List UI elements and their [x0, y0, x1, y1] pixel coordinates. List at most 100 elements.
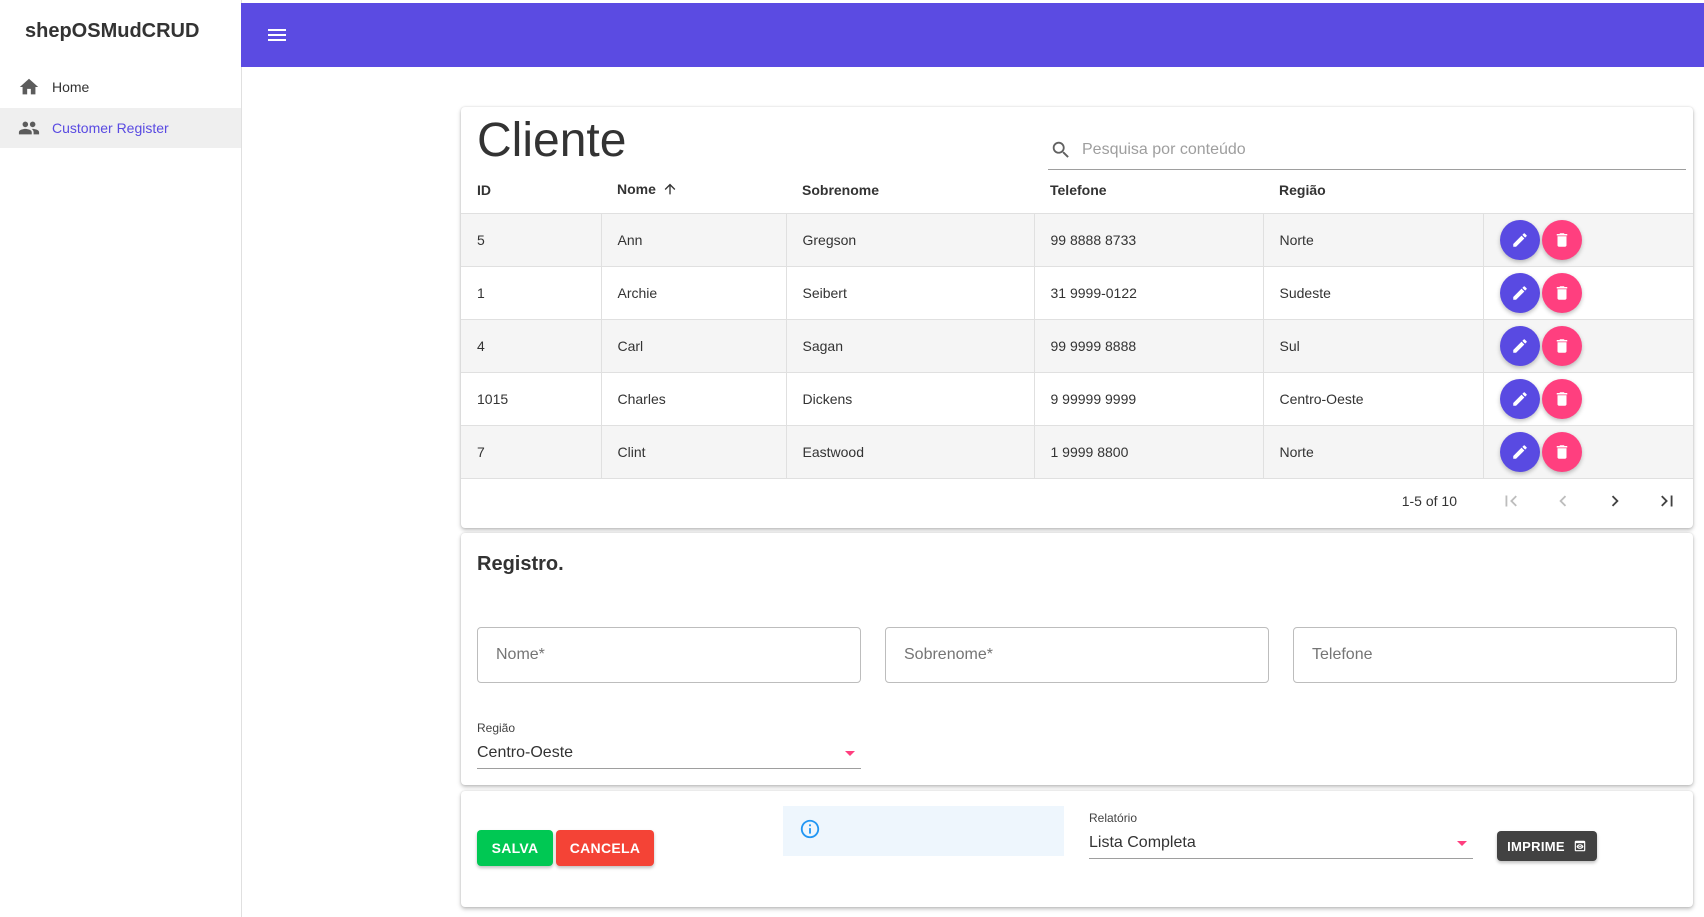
- search-field[interactable]: [1048, 131, 1686, 170]
- nome-field[interactable]: [477, 627, 861, 683]
- table-row[interactable]: 7 Clint Eastwood 1 9999 8800 Norte: [461, 425, 1693, 479]
- people-icon: [18, 117, 40, 139]
- edit-button[interactable]: [1499, 379, 1540, 419]
- cell-id: 7: [461, 425, 602, 479]
- cell-id: 4: [461, 319, 602, 373]
- sort-ascending-icon: [662, 181, 678, 200]
- dropdown-arrow-icon: [1457, 840, 1467, 846]
- print-button[interactable]: IMPRIME: [1497, 831, 1597, 861]
- cell-sobrenome: Dickens: [786, 372, 1035, 426]
- cell-telefone: 99 9999 8888: [1034, 319, 1264, 373]
- pencil-icon: [1511, 337, 1529, 355]
- cell-nome: Charles: [601, 372, 787, 426]
- preview-icon: [1573, 839, 1587, 853]
- table-row[interactable]: 1015 Charles Dickens 9 99999 9999 Centro-Oes…: [461, 372, 1693, 426]
- sidebar: shepOSMudCRUD Home Customer Register: [0, 0, 242, 917]
- telefone-field[interactable]: [1293, 627, 1677, 683]
- search-icon: [1050, 139, 1072, 161]
- table-row[interactable]: 5 Ann Gregson 99 8888 8733 Norte: [461, 213, 1693, 267]
- relatorio-label: Relatório: [1089, 811, 1138, 825]
- cancel-button[interactable]: CANCELA: [556, 830, 654, 866]
- previous-page-icon[interactable]: [1537, 481, 1589, 521]
- relatorio-select[interactable]: Lista Completa: [1089, 828, 1473, 859]
- delete-button[interactable]: [1541, 379, 1582, 419]
- info-icon: [799, 818, 821, 845]
- sidebar-item-customer-register[interactable]: Customer Register: [0, 108, 241, 148]
- pencil-icon: [1511, 390, 1529, 408]
- last-page-icon[interactable]: [1641, 481, 1693, 521]
- table-row[interactable]: 4 Carl Sagan 99 9999 8888 Sul: [461, 319, 1693, 373]
- cell-id: 1015: [461, 372, 602, 426]
- customer-table: ID Nome Sobrenome Telefone Região 5 Ann Gr…: [461, 167, 1693, 479]
- page-title: Cliente: [477, 114, 627, 167]
- trash-icon: [1553, 284, 1571, 302]
- regiao-select[interactable]: Centro-Oeste: [477, 738, 861, 769]
- regiao-label: Região: [477, 721, 516, 735]
- delete-button[interactable]: [1541, 273, 1582, 313]
- sobrenome-field[interactable]: [885, 627, 1269, 683]
- edit-button[interactable]: [1499, 273, 1540, 313]
- cell-regiao: Sudeste: [1263, 266, 1484, 320]
- cell-regiao: Norte: [1263, 213, 1484, 267]
- sidebar-item-home[interactable]: Home: [0, 67, 241, 107]
- home-icon: [18, 76, 40, 98]
- app-title: shepOSMudCRUD: [25, 20, 200, 42]
- section-title: Registro.: [477, 553, 564, 575]
- trash-icon: [1553, 390, 1571, 408]
- column-header-telefone[interactable]: Telefone: [1034, 167, 1263, 214]
- row-actions: [1483, 372, 1693, 426]
- cell-sobrenome: Gregson: [786, 213, 1035, 267]
- print-button-label: IMPRIME: [1507, 838, 1565, 854]
- first-page-icon[interactable]: [1485, 481, 1537, 521]
- cell-nome: Carl: [601, 319, 787, 373]
- column-header-id[interactable]: ID: [461, 167, 601, 214]
- pencil-icon: [1511, 284, 1529, 302]
- register-form-card: Registro. Região Centro-Oeste: [461, 533, 1693, 785]
- edit-button[interactable]: [1499, 432, 1540, 472]
- cell-sobrenome: Sagan: [786, 319, 1035, 373]
- cell-nome: Ann: [601, 213, 787, 267]
- sidebar-item-label: Home: [52, 79, 90, 95]
- column-header-nome[interactable]: Nome: [601, 167, 786, 214]
- pencil-icon: [1511, 443, 1529, 461]
- next-page-icon[interactable]: [1589, 481, 1641, 521]
- column-header-sobrenome[interactable]: Sobrenome: [786, 167, 1034, 214]
- edit-button[interactable]: [1499, 326, 1540, 366]
- cell-telefone: 9 99999 9999: [1034, 372, 1264, 426]
- delete-button[interactable]: [1541, 326, 1582, 366]
- sidebar-item-label: Customer Register: [52, 120, 169, 136]
- app-bar: [241, 3, 1704, 67]
- cell-sobrenome: Eastwood: [786, 425, 1035, 479]
- save-button[interactable]: SALVA: [477, 830, 553, 866]
- cell-regiao: Sul: [1263, 319, 1484, 373]
- nome-input[interactable]: [478, 628, 860, 682]
- search-input[interactable]: [1080, 140, 1664, 160]
- delete-button[interactable]: [1541, 432, 1582, 472]
- cell-sobrenome: Seibert: [786, 266, 1035, 320]
- pagination-info: 1-5 of 10: [1401, 493, 1457, 509]
- menu-icon[interactable]: [265, 23, 289, 47]
- trash-icon: [1553, 443, 1571, 461]
- info-alert: [783, 806, 1064, 856]
- column-header-actions: [1483, 167, 1693, 214]
- sobrenome-input[interactable]: [886, 628, 1268, 682]
- cell-telefone: 99 8888 8733: [1034, 213, 1264, 267]
- cell-telefone: 1 9999 8800: [1034, 425, 1264, 479]
- row-actions: [1483, 213, 1693, 267]
- cell-nome: Clint: [601, 425, 787, 479]
- table-row[interactable]: 1 Archie Seibert 31 9999-0122 Sudeste: [461, 266, 1693, 320]
- cell-nome: Archie: [601, 266, 787, 320]
- cell-id: 5: [461, 213, 602, 267]
- cell-regiao: Centro-Oeste: [1263, 372, 1484, 426]
- delete-button[interactable]: [1541, 220, 1582, 260]
- trash-icon: [1553, 337, 1571, 355]
- cell-telefone: 31 9999-0122: [1034, 266, 1264, 320]
- dropdown-arrow-icon: [845, 750, 855, 756]
- row-actions: [1483, 266, 1693, 320]
- cell-regiao: Norte: [1263, 425, 1484, 479]
- telefone-input[interactable]: [1294, 628, 1676, 682]
- row-actions: [1483, 319, 1693, 373]
- column-header-regiao[interactable]: Região: [1263, 167, 1483, 214]
- edit-button[interactable]: [1499, 220, 1540, 260]
- cell-id: 1: [461, 266, 602, 320]
